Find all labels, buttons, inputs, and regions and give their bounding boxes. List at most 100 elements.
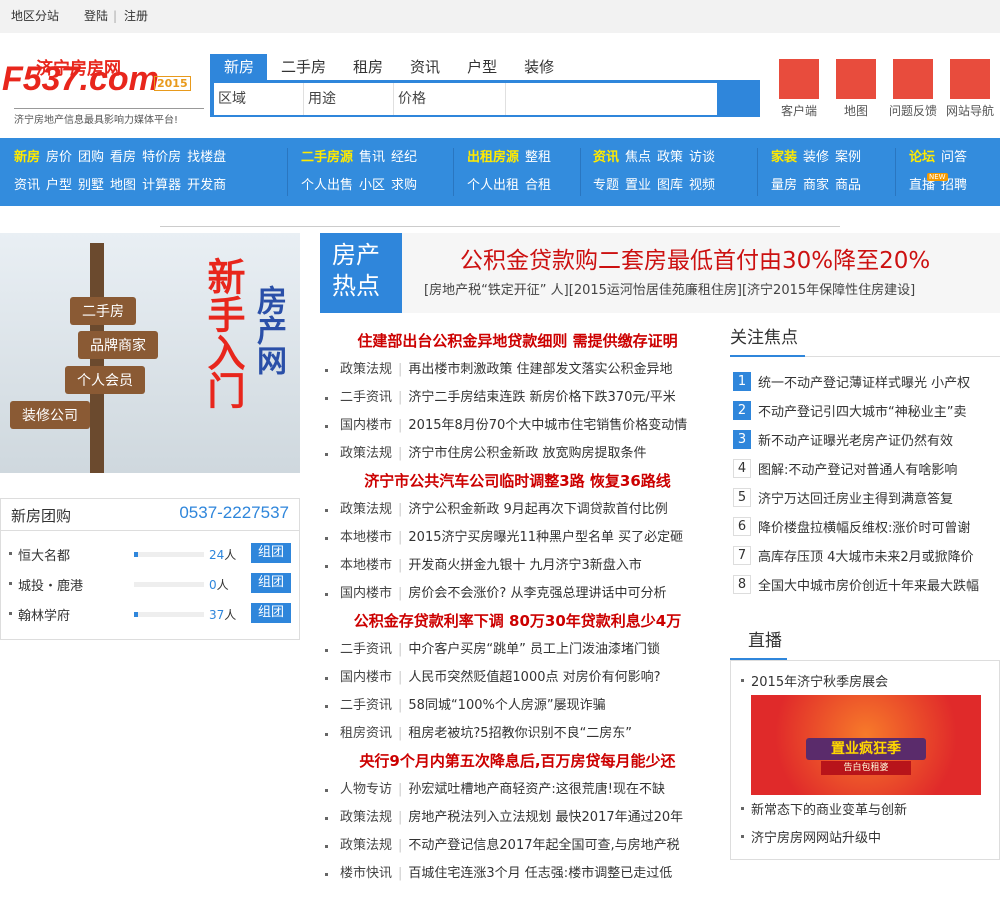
news-title[interactable]: 租房老被坑?5招教你识别不良“二房东” [408, 726, 632, 741]
focus-title[interactable]: 济宁万达回迁房业主得到满意答复 [758, 488, 953, 507]
login-link[interactable]: 登陆 [84, 0, 108, 33]
news-category[interactable]: 政策法规 [340, 810, 392, 825]
nav-link[interactable]: 论坛 [909, 150, 935, 165]
news-item[interactable]: 国内楼市 | 房价会不会涨价? 从李克强总理讲话中可分析 [320, 580, 715, 608]
news-title[interactable]: 中介客户买房“跳单” 员工上门泼油漆堵门锁 [408, 642, 660, 657]
news-item[interactable]: 政策法规 | 房地产税法列入立法规划 最快2017年通过20年 [320, 804, 715, 832]
search-tab[interactable]: 资讯 [396, 54, 453, 80]
nav-link[interactable]: 个人出售 [301, 178, 353, 193]
live-item[interactable]: 2015年济宁秋季房展会 [731, 671, 888, 690]
nav-link[interactable]: 商家 [803, 178, 829, 193]
news-item[interactable]: 政策法规 | 济宁市住房公积金新政 放宽购房提取条件 [320, 440, 715, 468]
news-category[interactable]: 政策法规 [340, 502, 392, 517]
filter-region[interactable]: 区域 [214, 83, 304, 115]
live-promo-image[interactable]: 置业疯狂季 告白包租婆 [751, 695, 981, 795]
hot-headline[interactable]: 公积金贷款购二套房最低首付由30%降至20% [460, 241, 930, 275]
focus-item[interactable]: 8 全国大中城市房价创近十年来最大跌幅 [730, 570, 1000, 599]
news-item[interactable]: 二手资讯 | 中介客户买房“跳单” 员工上门泼油漆堵门锁 [320, 636, 715, 664]
quick-link[interactable]: 网站导航 [938, 59, 1000, 119]
register-link[interactable]: 注册 [124, 0, 148, 33]
news-title[interactable]: 房价会不会涨价? 从李克强总理讲话中可分析 [408, 586, 666, 601]
focus-item[interactable]: 6 降价楼盘拉横幅反维权:涨价时可曾谢 [730, 512, 1000, 541]
join-group-button[interactable]: 组团 [251, 573, 291, 593]
nav-link[interactable]: 特价房 [142, 150, 181, 165]
quick-link[interactable]: 地图 [824, 59, 888, 119]
region-link[interactable]: 地区分站 [11, 0, 59, 33]
news-title[interactable]: 人民币突然贬值超1000点 对房价有何影响? [408, 670, 660, 685]
news-item[interactable]: 二手资讯 | 58同城“100%个人房源”屡现诈骗 [320, 692, 715, 720]
nav-link[interactable]: 家装 [771, 150, 797, 165]
news-category[interactable]: 本地楼市 [340, 530, 392, 545]
news-title[interactable]: 开发商火拼金九银十 九月济宁3新盘入市 [408, 558, 641, 573]
news-title[interactable]: 2015年8月份70个大中城市住宅销售价格变动情 [408, 418, 687, 433]
nav-link[interactable]: 小区 [359, 178, 385, 193]
nav-link[interactable]: 开发商 [187, 178, 226, 193]
news-headline[interactable]: 公积金存贷款利率下调 80万30年贷款利息少4万 [320, 608, 715, 636]
nav-link[interactable]: 团购 [78, 150, 104, 165]
nav-link[interactable]: 二手房源 [301, 150, 353, 165]
nav-link[interactable]: 图库 [657, 178, 683, 193]
nav-link[interactable]: 案例 [835, 150, 861, 165]
news-item[interactable]: 二手资讯 | 济宁二手房结束连跌 新房价格下跌370元/平米 [320, 384, 715, 412]
news-category[interactable]: 国内楼市 [340, 670, 392, 685]
search-filters[interactable]: 区域 用途 价格 [214, 83, 717, 115]
news-category[interactable]: 国内楼市 [340, 418, 392, 433]
search-tab[interactable]: 户型 [453, 54, 510, 80]
news-category[interactable]: 人物专访 [340, 782, 392, 797]
focus-title[interactable]: 高库存压顶 4大城市未来2月或掀降价 [758, 546, 974, 565]
news-item[interactable]: 政策法规 | 再出楼市刺激政策 住建部发文落实公积金异地 [320, 356, 715, 384]
focus-item[interactable]: 3 新不动产证曝光老房产证仍然有效 [730, 425, 1000, 454]
news-title[interactable]: 济宁二手房结束连跌 新房价格下跌370元/平米 [408, 390, 675, 405]
news-item[interactable]: 租房资讯 | 租房老被坑?5招教你识别不良“二房东” [320, 720, 715, 748]
quick-link[interactable]: 客户端 [767, 59, 831, 119]
nav-link[interactable]: 看房 [110, 150, 136, 165]
nav-link[interactable]: 别墅 [78, 178, 104, 193]
nav-link[interactable]: 问答 [941, 150, 967, 165]
focus-title[interactable]: 降价楼盘拉横幅反维权:涨价时可曾谢 [758, 517, 970, 536]
nav-link[interactable]: 量房 [771, 178, 797, 193]
nav-link[interactable]: 合租 [525, 178, 551, 193]
focus-title[interactable]: 新不动产证曝光老房产证仍然有效 [758, 430, 953, 449]
search-tab[interactable]: 装修 [510, 54, 567, 80]
nav-link[interactable]: 户型 [46, 178, 72, 193]
news-headline[interactable]: 住建部出台公积金异地贷款细则 需提供缴存证明 [320, 328, 715, 356]
search-input[interactable] [506, 83, 717, 115]
news-category[interactable]: 楼市快讯 [340, 866, 392, 881]
news-title[interactable]: 孙宏斌吐槽地产商轻资产:这很荒唐!现在不缺 [408, 782, 665, 797]
news-category[interactable]: 政策法规 [340, 838, 392, 853]
news-category[interactable]: 二手资讯 [340, 698, 392, 713]
news-title[interactable]: 58同城“100%个人房源”屡现诈骗 [408, 698, 605, 713]
news-item[interactable]: 人物专访 | 孙宏斌吐槽地产商轻资产:这很荒唐!现在不缺 [320, 776, 715, 804]
nav-link[interactable]: 计算器 [142, 178, 181, 193]
news-title[interactable]: 2015济宁买房曝光11种黑户型名单 买了必定砸 [408, 530, 683, 545]
focus-title[interactable]: 不动产登记引四大城市“神秘业主”卖 [758, 401, 966, 420]
filter-price[interactable]: 价格 [394, 83, 506, 115]
nav-link[interactable]: 地图 [110, 178, 136, 193]
nav-link[interactable]: 售讯 [359, 150, 385, 165]
focus-title[interactable]: 全国大中城市房价创近十年来最大跌幅 [758, 575, 979, 594]
nav-link[interactable]: 装修 [803, 150, 829, 165]
news-category[interactable]: 二手资讯 [340, 642, 392, 657]
site-logo[interactable]: F537.com 济宁房房网 2015 济宁房地产信息最具影响力媒体平台! [2, 52, 204, 126]
project-name[interactable]: 翰林学府 [18, 605, 70, 624]
hot-links[interactable]: [房地产税“铁定开征” 人][2015运河怡居佳苑廉租住房][济宁2015年保障… [424, 279, 915, 298]
news-title[interactable]: 再出楼市刺激政策 住建部发文落实公积金异地 [408, 362, 672, 377]
nav-link[interactable]: 房价 [46, 150, 72, 165]
news-item[interactable]: 政策法规 | 济宁公积金新政 9月起再次下调贷款首付比例 [320, 496, 715, 524]
nav-link[interactable]: 置业 [625, 178, 651, 193]
quick-link[interactable]: 问题反馈 [881, 59, 945, 119]
nav-link[interactable]: 新房 [14, 150, 40, 165]
news-item[interactable]: 国内楼市 | 人民币突然贬值超1000点 对房价有何影响? [320, 664, 715, 692]
search-tab[interactable]: 二手房 [267, 54, 339, 80]
join-group-button[interactable]: 组团 [251, 543, 291, 563]
news-headline[interactable]: 央行9个月内第五次降息后,百万房贷每月能少还 [320, 748, 715, 776]
nav-link[interactable]: 商品 [835, 178, 861, 193]
nav-link[interactable]: 焦点 [625, 150, 651, 165]
newbie-banner[interactable]: 二手房 品牌商家 个人会员 装修公司 新手入门 房产网 [0, 233, 300, 473]
focus-item[interactable]: 2 不动产登记引四大城市“神秘业主”卖 [730, 396, 1000, 425]
news-category[interactable]: 租房资讯 [340, 726, 392, 741]
nav-link[interactable]: 政策 [657, 150, 683, 165]
nav-link[interactable]: 求购 [391, 178, 417, 193]
search-tab[interactable]: 新房 [210, 54, 268, 80]
nav-link[interactable]: 资讯 [14, 178, 40, 193]
